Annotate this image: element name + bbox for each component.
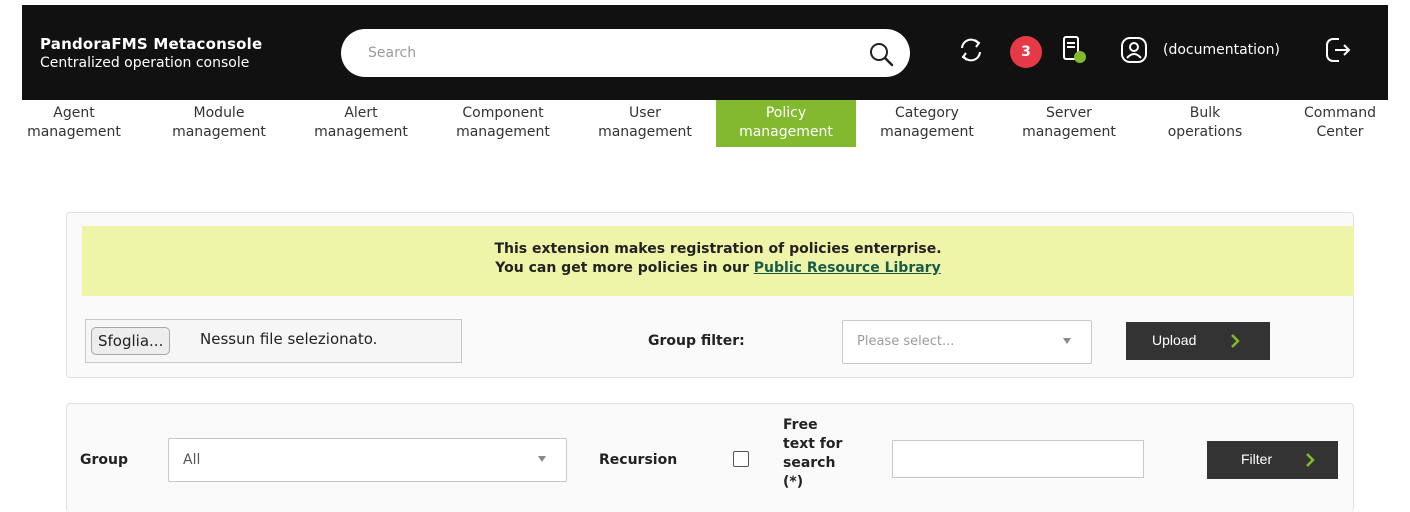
nav-label-line2: operations bbox=[1167, 124, 1243, 140]
server-status-icon[interactable] bbox=[1055, 32, 1091, 68]
nav-command-center[interactable]: Command Center bbox=[1270, 100, 1410, 147]
recursion-checkbox[interactable] bbox=[733, 451, 749, 467]
nav-label-line1: Bulk bbox=[1189, 105, 1221, 121]
logout-icon[interactable] bbox=[1320, 32, 1356, 68]
filter-button-label: Filter bbox=[1241, 451, 1273, 467]
nav-bulk-operations[interactable]: Bulk operations bbox=[1140, 100, 1270, 147]
nav-label-line2: Center bbox=[1316, 124, 1364, 140]
free-text-label-line: (*) bbox=[783, 474, 804, 490]
nav-label-line1: User bbox=[629, 105, 661, 121]
notice-line-2: You can get more policies in our Public … bbox=[82, 259, 1354, 278]
group-label: Group bbox=[80, 452, 129, 468]
notification-badge[interactable]: 3 bbox=[1010, 36, 1042, 68]
nav-label-line1: Module bbox=[193, 105, 245, 121]
nav-label-line1: Policy bbox=[765, 105, 807, 121]
nav-label-line2: management bbox=[880, 124, 974, 140]
nav-label-line2: management bbox=[27, 124, 121, 140]
nav-label-line1: Category bbox=[895, 105, 959, 121]
free-text-label-line: search bbox=[783, 455, 836, 471]
brand[interactable]: PandoraFMS Metaconsole Centralized opera… bbox=[40, 35, 262, 73]
user-icon[interactable] bbox=[1116, 32, 1152, 68]
chevron-down-icon bbox=[538, 456, 546, 462]
nav-component-management[interactable]: Component management bbox=[432, 100, 574, 147]
nav-server-management[interactable]: Server management bbox=[998, 100, 1140, 147]
group-filter-value: Please select... bbox=[857, 334, 955, 349]
chevron-down-icon bbox=[1063, 338, 1071, 344]
group-select[interactable]: All bbox=[168, 438, 567, 482]
nav-label-line1: Server bbox=[1046, 105, 1092, 121]
app-title: PandoraFMS Metaconsole bbox=[40, 35, 263, 53]
search-input[interactable] bbox=[368, 41, 848, 65]
app-subtitle: Centralized operation console bbox=[40, 55, 250, 71]
browse-button[interactable]: Sfoglia... bbox=[91, 327, 171, 355]
nav-label-line1: Command bbox=[1304, 105, 1376, 121]
search-icon[interactable] bbox=[868, 41, 894, 67]
file-status: Nessun file selezionato. bbox=[200, 330, 378, 348]
notice-line-1: This extension makes registration of pol… bbox=[494, 241, 942, 257]
nav-label-line1: Component bbox=[462, 105, 544, 121]
nav-category-management[interactable]: Category management bbox=[856, 100, 998, 147]
nav-label-line2: management bbox=[1022, 124, 1116, 140]
nav-label-line2: management bbox=[739, 124, 833, 140]
nav-alert-management[interactable]: Alert management bbox=[290, 100, 432, 147]
nav-user-management[interactable]: User management bbox=[574, 100, 716, 147]
nav-label-line2: management bbox=[456, 124, 550, 140]
group-value: All bbox=[183, 452, 201, 468]
refresh-icon[interactable] bbox=[953, 32, 989, 68]
nav-label-line2: management bbox=[172, 124, 266, 140]
nav-label-line1: Alert bbox=[344, 105, 378, 121]
free-text-search-input[interactable] bbox=[892, 440, 1144, 478]
group-filter-select[interactable]: Please select... bbox=[842, 320, 1092, 364]
filter-button[interactable]: Filter bbox=[1207, 441, 1338, 479]
chevron-right-icon bbox=[1306, 453, 1315, 467]
nav-module-management[interactable]: Module management bbox=[148, 100, 290, 147]
nav-label-line2: management bbox=[314, 124, 408, 140]
upload-button[interactable]: Upload bbox=[1126, 322, 1270, 360]
nav-label-line2: management bbox=[598, 124, 692, 140]
recursion-label: Recursion bbox=[599, 452, 678, 468]
file-picker[interactable]: Sfoglia... Nessun file selezionato. bbox=[85, 319, 462, 363]
search-bar bbox=[341, 29, 910, 77]
nav-label-line1: Agent bbox=[53, 105, 95, 121]
public-resource-library-link[interactable]: Public Resource Library bbox=[754, 260, 941, 276]
upload-button-label: Upload bbox=[1152, 332, 1197, 348]
notice-line-2-prefix: You can get more policies in our bbox=[495, 260, 754, 276]
user-name[interactable]: (documentation) bbox=[1163, 42, 1280, 58]
free-text-label-line: Free bbox=[783, 417, 818, 433]
chevron-right-icon bbox=[1231, 334, 1240, 348]
nav-policy-management[interactable]: Policy management bbox=[716, 100, 856, 147]
nav-agent-management[interactable]: Agent management bbox=[0, 100, 148, 147]
free-text-label-line: text for bbox=[783, 436, 843, 452]
extension-notice: This extension makes registration of pol… bbox=[82, 226, 1354, 296]
free-text-label: Free text for search (*) bbox=[783, 416, 842, 492]
group-filter-label: Group filter: bbox=[648, 333, 745, 349]
